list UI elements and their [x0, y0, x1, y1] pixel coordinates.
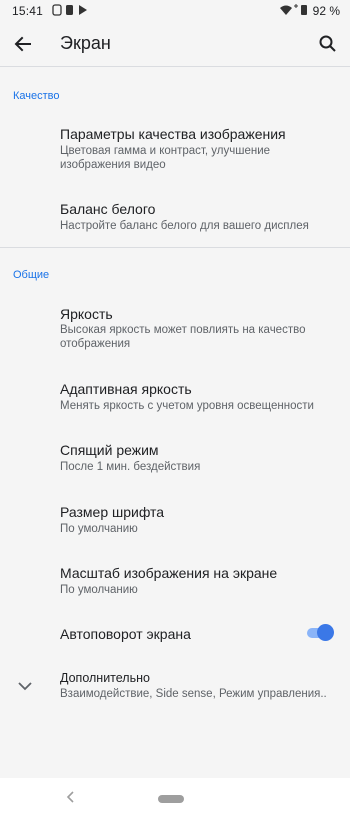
- status-right: 92 %: [279, 4, 340, 18]
- notification-icons: [52, 4, 92, 19]
- setting-font-size[interactable]: Размер шрифта По умолчанию: [0, 504, 350, 540]
- nav-back-button[interactable]: [64, 790, 78, 804]
- section-header-general: Общие: [13, 269, 50, 281]
- setting-subtitle: Цветовая гамма и контраст, улучшение изо…: [60, 145, 271, 171]
- status-bar: 15:41 92 %: [0, 0, 350, 22]
- setting-subtitle: После 1 мин. бездействия: [60, 461, 201, 473]
- setting-title: Размер шрифта: [60, 504, 165, 520]
- back-button[interactable]: [10, 30, 38, 58]
- setting-title: Параметры качества изображения: [60, 126, 286, 142]
- setting-advanced[interactable]: Дополнительно Взаимодействие, Side sense…: [0, 671, 350, 705]
- setting-display-size[interactable]: Масштаб изображения на экране По умолчан…: [0, 565, 350, 601]
- status-time: 15:41: [12, 4, 44, 18]
- setting-title: Спящий режим: [60, 442, 159, 458]
- setting-title: Масштаб изображения на экране: [60, 565, 278, 581]
- setting-sleep[interactable]: Спящий режим После 1 мин. бездействия: [0, 442, 350, 478]
- setting-subtitle: Взаимодействие, Side sense, Режим управл…: [60, 688, 327, 700]
- setting-white-balance[interactable]: Баланс белого Настройте баланс белого дл…: [0, 201, 350, 237]
- setting-title: Автоповорот экрана: [60, 626, 191, 642]
- nav-back-icon: [66, 791, 74, 803]
- setting-subtitle: По умолчанию: [60, 523, 138, 535]
- arrow-left-icon: [14, 36, 31, 52]
- wifi-icon: [280, 4, 308, 15]
- search-button[interactable]: [314, 30, 342, 58]
- search-icon: [319, 35, 336, 52]
- battery-level: 92 %: [312, 4, 340, 18]
- setting-subtitle: Настройте баланс белого для вашего диспл…: [60, 220, 309, 232]
- setting-title: Баланс белого: [60, 201, 156, 217]
- system-navigation-bar: [0, 778, 350, 818]
- section-divider: [0, 247, 350, 248]
- setting-title: Дополнительно: [60, 671, 150, 685]
- setting-subtitle: По умолчанию: [60, 584, 138, 596]
- setting-brightness[interactable]: Яркость Высокая яркость может повлиять н…: [0, 306, 350, 356]
- app-bar: Экран: [0, 22, 350, 66]
- section-header-quality: Качество: [13, 90, 60, 102]
- setting-title: Яркость: [60, 306, 113, 322]
- chevron-down-icon: [18, 682, 32, 691]
- app-bar-divider: [0, 66, 350, 67]
- setting-subtitle: Менять яркость с учетом уровня освещенно…: [60, 400, 314, 412]
- setting-image-quality[interactable]: Параметры качества изображения Цветовая …: [0, 126, 350, 180]
- auto-rotate-toggle[interactable]: [307, 624, 334, 642]
- toggle-thumb: [317, 624, 334, 641]
- setting-subtitle: Высокая яркость может повлиять на качест…: [60, 324, 306, 350]
- setting-auto-rotate[interactable]: Автоповорот экрана: [0, 624, 350, 646]
- nav-home-button[interactable]: [158, 795, 184, 803]
- setting-title: Адаптивная яркость: [60, 381, 192, 397]
- setting-adaptive-brightness[interactable]: Адаптивная яркость Менять яркость с учет…: [0, 381, 350, 417]
- page-title: Экран: [60, 33, 111, 53]
